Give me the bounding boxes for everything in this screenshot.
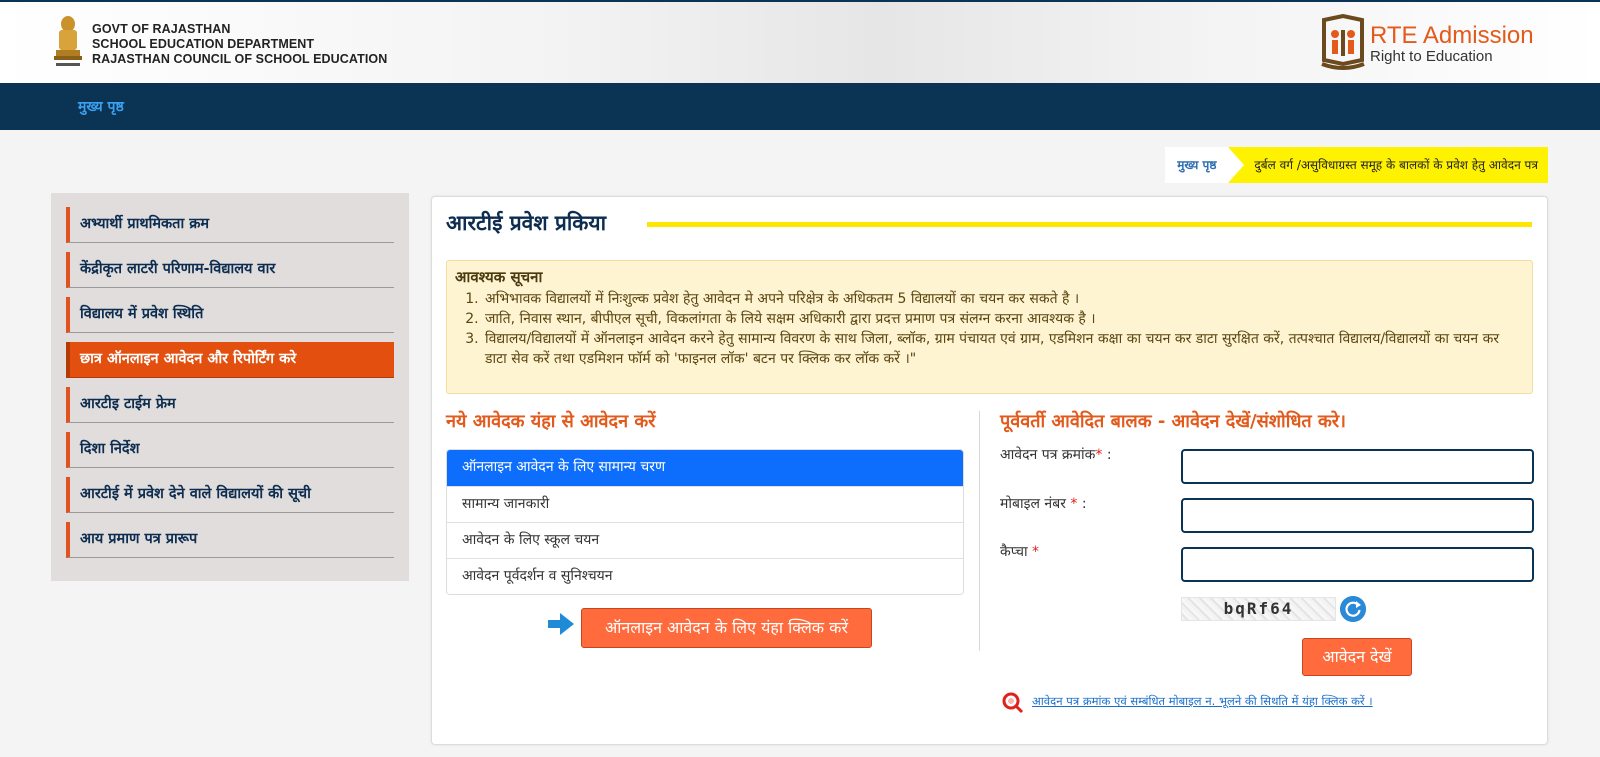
notice-item: विद्यालय/विद्यालयों में ऑनलाइन आवेदन करन… <box>483 329 1524 369</box>
sidebar-item-time-frame[interactable]: आरटीइ टाईम फ्रेम <box>66 387 394 423</box>
council-line: RAJASTHAN COUNCIL OF SCHOOL EDUCATION <box>92 52 388 66</box>
govt-line: GOVT OF RAJASTHAN <box>92 22 231 36</box>
sidebar-item-online-application[interactable]: छात्र ऑनलाइन आवेदन और रिपोर्टिंग करे <box>66 342 394 378</box>
step-school-selection[interactable]: आवेदन के लिए स्कूल चयन <box>447 522 963 558</box>
rte-book-icon <box>1321 14 1365 70</box>
department-name: GOVT OF RAJASTHAN SCHOOL EDUCATION DEPAR… <box>92 22 387 67</box>
step-preview-confirm[interactable]: आवेदन पूर्वदर्शन व सुनिश्चयन <box>447 558 963 594</box>
national-emblem-icon <box>54 16 82 66</box>
apply-online-button[interactable]: ऑनलाइन आवेदन के लिए यंहा क्लिक करें <box>581 608 872 648</box>
department-line: SCHOOL EDUCATION DEPARTMENT <box>92 37 315 51</box>
notice-item: अभिभावक विद्यालयों में निःशुल्क प्रवेश ह… <box>483 289 1524 309</box>
rte-subtitle: Right to Education <box>1370 48 1493 65</box>
label-colon: : <box>1102 447 1112 463</box>
nav-home-link[interactable]: मुख्य पृष्ठ <box>78 97 124 116</box>
rte-logo: RTE Admission Right to Education <box>1320 14 1550 74</box>
notice-heading: आवश्यक सूचना <box>455 268 543 286</box>
important-notice: आवश्यक सूचना अभिभावक विद्यालयों में निःश… <box>446 260 1533 394</box>
mobile-number-input[interactable] <box>1181 498 1534 533</box>
breadcrumb-home[interactable]: मुख्य पृष्ठ <box>1165 147 1229 183</box>
application-number-label-text: आवेदन पत्र क्रमांक <box>1000 447 1096 463</box>
search-help-icon <box>1002 692 1024 714</box>
application-number-input[interactable] <box>1181 449 1534 484</box>
breadcrumb: मुख्य पृष्ठ दुर्बल वर्ग /असुविधाग्रस्त स… <box>1165 147 1548 183</box>
arrow-right-icon <box>548 613 574 635</box>
captcha-label: कैप्चा * <box>1000 542 1039 561</box>
captcha-image: bqRf64 <box>1181 597 1336 621</box>
step-general-steps[interactable]: ऑनलाइन आवेदन के लिए सामान्य चरण <box>447 450 963 486</box>
previous-applicant-heading: पूर्ववर्ती आवेदित बालक - आवेदन देखें/संश… <box>1000 411 1346 432</box>
forgot-details-link[interactable]: आवेदन पत्र क्रमांक एवं सम्बंधित मोबाइल न… <box>1032 694 1373 709</box>
application-number-label: आवेदन पत्र क्रमांक* : <box>1000 445 1112 464</box>
sidebar-item-priority-order[interactable]: अभ्यार्थी प्राथमिकता क्रम <box>66 207 394 243</box>
title-underline <box>647 222 1532 227</box>
new-applicant-heading: नये आवेदक यंहा से आवेदन करें <box>446 411 656 432</box>
sidebar-item-school-list[interactable]: आरटीई में प्रवेश देने वाले विद्यालयों की… <box>66 477 394 513</box>
label-colon: : <box>1077 496 1087 512</box>
notice-list: अभिभावक विद्यालयों में निःशुल्क प्रवेश ह… <box>455 289 1524 369</box>
captcha-label-text: कैप्चा <box>1000 544 1033 560</box>
sidebar: अभ्यार्थी प्राथमिकता क्रम केंद्रीकृत लाट… <box>51 193 409 581</box>
notice-item: जाति, निवास स्थान, बीपीएल सूची, विकलांगत… <box>483 309 1524 329</box>
sidebar-item-income-certificate[interactable]: आय प्रमाण पत्र प्रारूप <box>66 522 394 558</box>
sidebar-item-admission-status[interactable]: विद्यालय में प्रवेश स्थिति <box>66 297 394 333</box>
refresh-captcha-icon[interactable] <box>1340 596 1366 622</box>
sidebar-item-guidelines[interactable]: दिशा निर्देश <box>66 432 394 468</box>
required-mark: * <box>1032 544 1040 560</box>
site-header: GOVT OF RAJASTHAN SCHOOL EDUCATION DEPAR… <box>0 0 1600 83</box>
rte-title: RTE Admission <box>1370 22 1534 49</box>
main-panel: आरटीई प्रवेश प्रकिया आवश्यक सूचना अभिभाव… <box>431 196 1548 745</box>
page-title: आरटीई प्रवेश प्रकिया <box>446 211 607 235</box>
breadcrumb-current: दुर्बल वर्ग /असुविधाग्रस्त समूह के बालको… <box>1228 147 1548 183</box>
main-navbar: मुख्य पृष्ठ <box>0 83 1600 130</box>
column-divider <box>979 411 980 651</box>
captcha-input[interactable] <box>1181 547 1534 582</box>
mobile-number-label-text: मोबाइल नंबर <box>1000 496 1071 512</box>
view-application-button[interactable]: आवेदन देखें <box>1302 638 1412 676</box>
mobile-number-label: मोबाइल नंबर * : <box>1000 494 1087 513</box>
application-steps-list: ऑनलाइन आवेदन के लिए सामान्य चरण सामान्य … <box>446 449 964 595</box>
step-general-info[interactable]: सामान्य जानकारी <box>447 486 963 522</box>
sidebar-item-lottery-result[interactable]: केंद्रीकृत लाटरी परिणाम-विद्यालय वार <box>66 252 394 288</box>
